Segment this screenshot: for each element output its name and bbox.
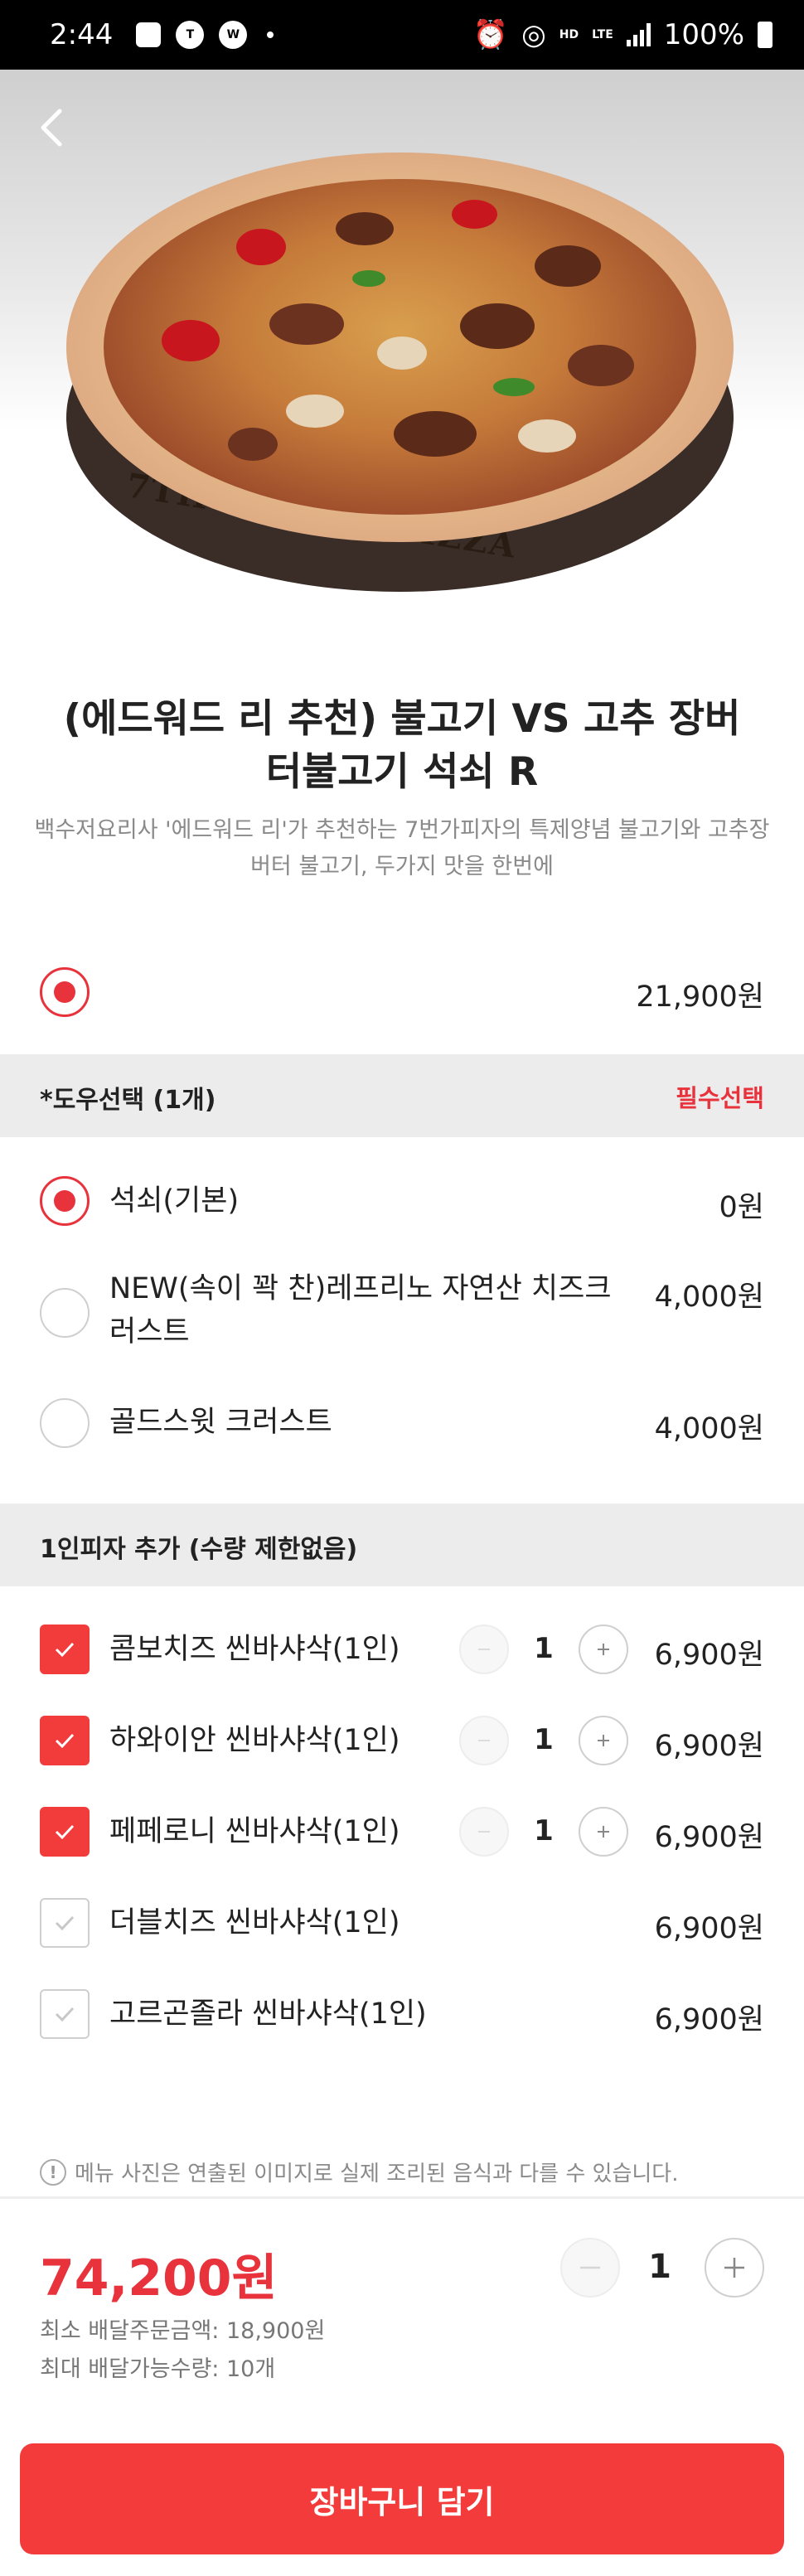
- base-price: 21,900원: [636, 981, 764, 1014]
- single-pizza-0-label: 콤보치즈 씬바샤삭(1인): [109, 1633, 400, 1666]
- single-pizza-1-price: 6,900원: [654, 1730, 764, 1763]
- single-pizza-1-plus-button[interactable]: [579, 1716, 628, 1765]
- base-price-radio[interactable]: [40, 967, 90, 1017]
- lte-icon: LTE: [592, 28, 613, 41]
- check-icon: [55, 1733, 75, 1749]
- summary-divider: [0, 2196, 804, 2199]
- single-pizza-1-label: 하와이안 씬바샤삭(1인): [109, 1724, 400, 1757]
- info-icon: !: [40, 2158, 66, 2186]
- single-pizza-2-label: 페페로니 씬바샤삭(1인): [109, 1815, 400, 1848]
- back-button[interactable]: [33, 103, 70, 153]
- single-pizza-4-price: 6,900원: [654, 2003, 764, 2036]
- max-delivery-qty: 최대 배달가능수량: 10개: [40, 2356, 276, 2382]
- quantity-minus-button[interactable]: [560, 2238, 620, 2298]
- min-order-amount: 최소 배달주문금액: 18,900원: [40, 2318, 326, 2344]
- product-description: 백수저요리사 '에드워드 리'가 추천하는 7번가피자의 특제양념 불고기와 고…: [34, 817, 770, 879]
- check-icon: [55, 1824, 75, 1840]
- single-pizza-4-checkbox[interactable]: [40, 1989, 90, 2039]
- plus-icon: [598, 1644, 609, 1655]
- plus-icon: [724, 2258, 744, 2278]
- quantity-plus-button[interactable]: [705, 2238, 764, 2298]
- single-pizza-1-qty: 1: [534, 1723, 554, 1756]
- dough-option-2-label: 골드스윗 크러스트: [109, 1406, 332, 1439]
- single-pizza-0-minus-button[interactable]: [459, 1625, 509, 1674]
- single-pizza-2-minus-button[interactable]: [459, 1807, 509, 1857]
- signal-icon: [626, 23, 651, 46]
- check-icon: [55, 2007, 75, 2022]
- status-time: 2:44: [50, 18, 114, 51]
- single-pizza-3-label: 더블치즈 씬바샤삭(1인): [109, 1906, 400, 1939]
- quantity-value: 1: [648, 2248, 671, 2286]
- product-title: (에드워드 리 추천) 불고기 VS 고추 장버터불고기 석쇠 R: [63, 696, 741, 795]
- dough-option-0-price: 0원: [719, 1191, 764, 1224]
- more-notifications-icon: [267, 31, 274, 38]
- minus-icon: [478, 1649, 490, 1650]
- status-bar: 2:44 T W ⏰ ◎ HD LTE 100%: [0, 0, 804, 70]
- dough-option-1-radio[interactable]: [40, 1288, 90, 1338]
- dough-section-header: *도우선택 (1개) 필수선택: [0, 1054, 804, 1137]
- alarm-icon: ⏰: [472, 18, 509, 51]
- single-pizza-0-checkbox[interactable]: [40, 1625, 90, 1674]
- plus-icon: [598, 1735, 609, 1746]
- single-pizza-2-qty: 1: [534, 1814, 554, 1847]
- dough-option-2-radio[interactable]: [40, 1398, 90, 1448]
- single-pizza-section-header: 1인피자 추가 (수량 제한없음): [0, 1503, 804, 1586]
- hd-voice-icon: HD: [559, 28, 579, 41]
- notice-text: 메뉴 사진은 연출된 이미지로 실제 조리된 음식과 다를 수 있습니다.: [75, 2162, 679, 2186]
- single-pizza-2-checkbox[interactable]: [40, 1807, 90, 1857]
- gallery-notification-icon: [136, 22, 162, 47]
- total-price: 74,200원: [40, 2249, 278, 2307]
- battery-icon: [758, 22, 773, 48]
- pizza-toppings: [104, 179, 696, 515]
- w-app-notification-icon: W: [219, 21, 248, 49]
- single-pizza-1-minus-button[interactable]: [459, 1716, 509, 1765]
- single-pizza-0-price: 6,900원: [654, 1639, 764, 1672]
- chevron-left-icon: [41, 109, 62, 147]
- single-pizza-2-price: 6,900원: [654, 1821, 764, 1854]
- add-to-cart-button[interactable]: 장바구니 담기: [20, 2443, 784, 2554]
- talk-notification-icon: T: [176, 21, 205, 49]
- dough-option-2-price: 4,000원: [654, 1412, 764, 1445]
- single-pizza-4-label: 고르곤졸라 씬바샤삭(1인): [109, 1997, 427, 2031]
- single-pizza-3-price: 6,900원: [654, 1912, 764, 1945]
- plus-icon: [598, 1826, 609, 1838]
- minus-icon: [478, 1740, 490, 1741]
- dough-option-0-label: 석쇠(기본): [109, 1184, 240, 1218]
- single-pizza-1-checkbox[interactable]: [40, 1716, 90, 1765]
- single-pizza-0-plus-button[interactable]: [579, 1625, 628, 1674]
- dough-option-0-radio[interactable]: [40, 1176, 90, 1226]
- image-notice: ! 메뉴 사진은 연출된 이미지로 실제 조리된 음식과 다를 수 있습니다.: [40, 2157, 679, 2187]
- single-pizza-3-checkbox[interactable]: [40, 1898, 90, 1948]
- battery-percent: 100%: [663, 18, 744, 51]
- minus-icon: [478, 1831, 490, 1833]
- single-pizza-0-qty: 1: [534, 1632, 554, 1665]
- minus-icon: [580, 2266, 600, 2269]
- required-badge: 필수선택: [676, 1084, 764, 1112]
- dough-section-title: *도우선택 (1개): [40, 1086, 216, 1115]
- single-pizza-2-plus-button[interactable]: [579, 1807, 628, 1857]
- hotspot-icon: ◎: [521, 18, 546, 51]
- dough-option-1-label: NEW(속이 꽉 찬)레프리노 자연산 치즈크러스트: [109, 1272, 612, 1349]
- check-icon: [55, 1642, 75, 1658]
- product-image: 7TH STREET PIZZA: [0, 70, 804, 675]
- dough-option-1-price: 4,000원: [654, 1281, 764, 1314]
- check-icon: [55, 1915, 75, 1931]
- single-pizza-section-title: 1인피자 추가 (수량 제한없음): [40, 1535, 358, 1564]
